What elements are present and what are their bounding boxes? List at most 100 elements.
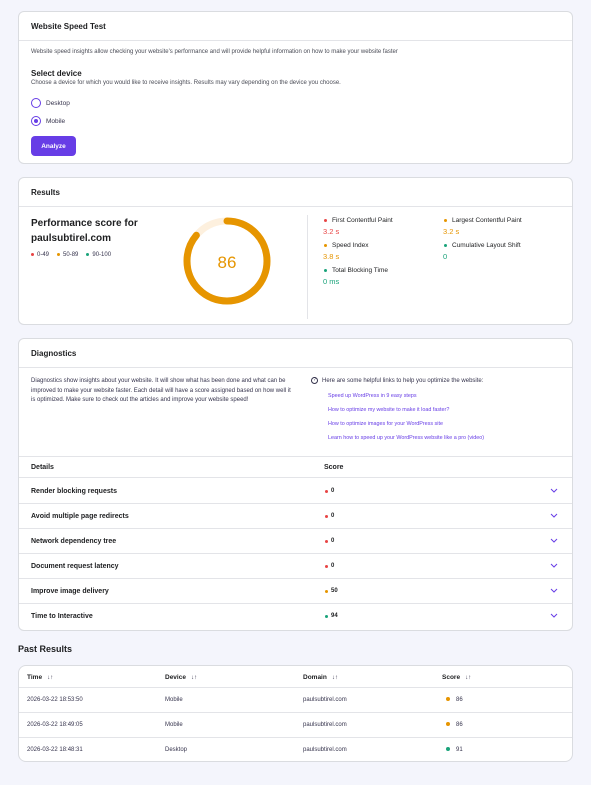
col-time[interactable]: Time ↓↑ <box>27 674 53 681</box>
chevron-down-icon[interactable] <box>550 563 558 569</box>
score-dot <box>446 747 450 752</box>
results-card: Results Performance score for paulsubtir… <box>18 177 573 325</box>
metric-speed-index-value: 3.8 s <box>323 252 340 261</box>
sort-icon: ↓↑ <box>190 674 197 681</box>
legend-item-average: 50-89 <box>57 252 78 258</box>
col-device[interactable]: Device ↓↑ <box>165 674 197 681</box>
past-time: 2026-03-22 18:49:05 <box>27 722 83 728</box>
sort-icon: ↓↑ <box>465 674 472 681</box>
diagnostic-row[interactable]: Time to Interactive 94 <box>19 604 572 629</box>
score-dot <box>446 697 450 702</box>
diagnostic-row[interactable]: Render blocking requests 0 <box>19 479 572 504</box>
past-device: Desktop <box>165 747 188 753</box>
metric-lcp-value: 3.2 s <box>443 227 460 236</box>
sort-icon: ↓↑ <box>331 674 338 681</box>
diagnostic-row[interactable]: Avoid multiple page redirects 0 <box>19 504 572 529</box>
analyze-button[interactable]: Analyze <box>31 136 76 156</box>
col-details: Details <box>31 464 54 471</box>
chevron-down-icon[interactable] <box>550 488 558 494</box>
diagnostic-score: 0 <box>325 488 334 494</box>
diagnostics-table-header: Details Score <box>19 456 572 478</box>
legend-dot <box>86 252 90 256</box>
diagnostic-score: 0 <box>325 538 334 544</box>
help-icon: ? <box>311 377 318 384</box>
results-title: Results <box>19 178 572 207</box>
chevron-down-icon[interactable] <box>550 613 558 619</box>
speed-test-card: Website Speed Test Website speed insight… <box>18 11 573 164</box>
metric-lcp: Largest Contentful Paint 3.2 s <box>443 217 522 236</box>
device-option-desktop[interactable]: Desktop <box>31 98 70 108</box>
metric-dot <box>324 244 327 247</box>
past-result-row: 2026-03-22 18:48:31 Desktop paulsubtirel… <box>19 738 572 763</box>
diagnostic-name: Time to Interactive <box>31 613 93 620</box>
mobile-radio-label: Mobile <box>46 117 66 125</box>
results-divider <box>307 215 308 319</box>
diagnostic-row[interactable]: Network dependency tree 0 <box>19 529 572 554</box>
metric-fcp: First Contentful Paint 3.2 s <box>323 217 393 236</box>
diagnostic-score: 0 <box>325 513 334 519</box>
help-link-4[interactable]: Learn how to speed up your WordPress web… <box>328 435 484 441</box>
score-gauge: 86 <box>183 217 271 305</box>
desktop-radio[interactable] <box>31 98 41 108</box>
metric-dot <box>444 219 447 222</box>
diagnostics-description: Diagnostics show insights about your web… <box>31 378 291 404</box>
past-device: Mobile <box>165 722 183 728</box>
diagnostic-row[interactable]: Improve image delivery 50 <box>19 579 572 604</box>
chevron-down-icon[interactable] <box>550 588 558 594</box>
metric-cls: Cumulative Layout Shift 0 <box>443 242 521 261</box>
score-dot <box>446 722 450 727</box>
help-links-heading: ? Here are some helpful links to help yo… <box>311 377 483 384</box>
diagnostic-score: 50 <box>325 588 338 594</box>
diagnostic-name: Render blocking requests <box>31 488 117 495</box>
past-time: 2026-03-22 18:48:31 <box>27 747 83 753</box>
help-link-1[interactable]: Speed up WordPress in 9 easy steps <box>328 393 417 399</box>
diagnostics-title: Diagnostics <box>19 339 572 368</box>
select-device-description: Choose a device for which you would like… <box>31 80 341 86</box>
legend-item-good: 90-100 <box>86 252 111 258</box>
col-domain[interactable]: Domain ↓↑ <box>303 674 338 681</box>
metric-dot <box>444 244 447 247</box>
past-results-card: Time ↓↑ Device ↓↑ Domain ↓↑ Score ↓↑ 2026-03… <box>18 665 573 762</box>
metric-dot <box>324 269 327 272</box>
legend-dot <box>31 252 34 256</box>
past-score: 86 <box>446 697 463 703</box>
col-score[interactable]: Score ↓↑ <box>442 674 471 681</box>
mobile-radio[interactable] <box>31 116 41 126</box>
diagnostic-row[interactable]: Document request latency 0 <box>19 554 572 579</box>
metric-speed-index: Speed Index 3.8 s <box>323 242 369 261</box>
sort-icon: ↓↑ <box>47 674 54 681</box>
desktop-radio-label: Desktop <box>46 99 70 107</box>
metric-tbt-value: 0 ms <box>323 277 340 286</box>
diagnostic-name: Network dependency tree <box>31 538 117 545</box>
diagnostics-card: Diagnostics Diagnostics show insights ab… <box>18 338 573 631</box>
diagnostic-score: 0 <box>325 563 334 569</box>
performance-title: Performance score for paulsubtirel.com <box>31 218 138 244</box>
past-time: 2026-03-22 18:53:50 <box>27 697 83 703</box>
chevron-down-icon[interactable] <box>550 538 558 544</box>
gauge-score-text: 86 <box>218 253 237 272</box>
legend-item-poor: 0-49 <box>31 252 49 258</box>
device-option-mobile[interactable]: Mobile <box>31 116 65 126</box>
legend-dot <box>57 252 61 256</box>
chevron-down-icon[interactable] <box>550 513 558 519</box>
diagnostic-name: Document request latency <box>31 563 119 570</box>
diagnostic-name: Improve image delivery <box>31 588 109 595</box>
past-score: 91 <box>446 747 463 753</box>
past-domain: paulsubtirel.com <box>303 697 347 703</box>
metric-cls-value: 0 <box>443 252 448 261</box>
metric-fcp-value: 3.2 s <box>323 227 340 236</box>
past-device: Mobile <box>165 697 183 703</box>
help-link-2[interactable]: How to optimize my website to make it lo… <box>328 407 449 413</box>
diagnostic-score: 94 <box>325 613 338 619</box>
score-legend: 0-49 50-89 90-100 <box>31 252 111 258</box>
past-results-header: Time ↓↑ Device ↓↑ Domain ↓↑ Score ↓↑ <box>19 666 572 688</box>
metric-dot <box>324 219 327 222</box>
past-result-row: 2026-03-22 18:53:50 Mobile paulsubtirel.… <box>19 688 572 713</box>
metric-tbt: Total Blocking Time 0 ms <box>323 267 388 286</box>
past-result-row: 2026-03-22 18:49:05 Mobile paulsubtirel.… <box>19 713 572 738</box>
col-score: Score <box>324 464 344 471</box>
help-link-3[interactable]: How to optimize images for your WordPres… <box>328 421 443 427</box>
diagnostic-name: Avoid multiple page redirects <box>31 513 129 520</box>
past-domain: paulsubtirel.com <box>303 747 347 753</box>
select-device-title: Select device <box>31 69 82 78</box>
